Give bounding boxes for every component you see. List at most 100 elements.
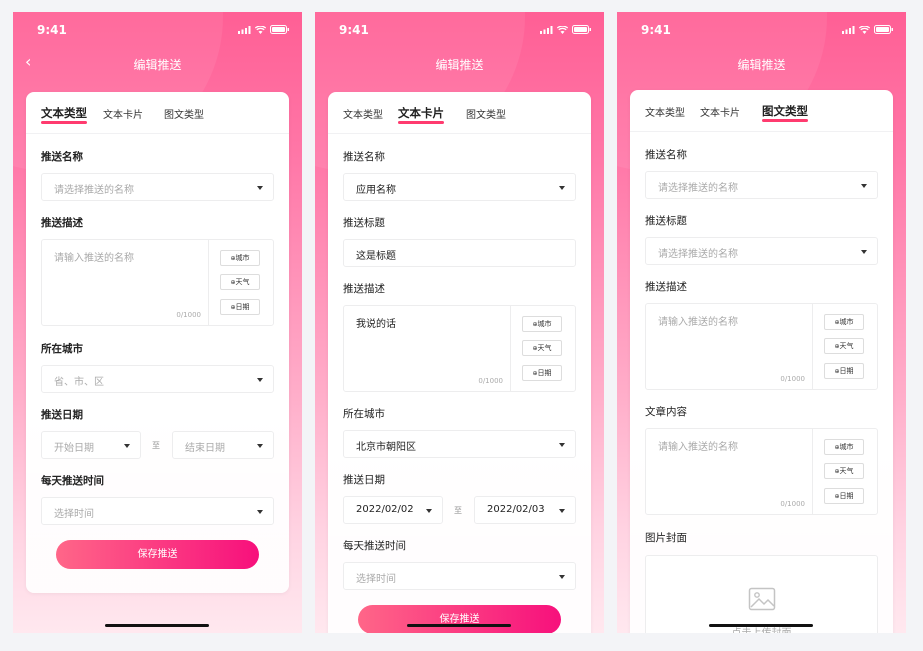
insert-city-chip[interactable]: ⊕城市: [220, 250, 260, 266]
insert-date-chip[interactable]: ⊕日期: [522, 365, 562, 381]
nav-bar: 编辑推送: [617, 48, 906, 78]
char-count: 0/1000: [780, 375, 805, 383]
tab-image-text[interactable]: 图文类型: [466, 106, 506, 121]
push-desc-textarea[interactable]: 请输入推送的名称 0/1000 ⊕城市 ⊕天气 ⊕日期: [645, 303, 878, 390]
tab-image-text[interactable]: 图文类型: [762, 103, 808, 122]
end-date-placeholder: 结束日期: [185, 443, 225, 454]
type-tabs: 文本类型 文本卡片 图文类型: [328, 92, 591, 134]
tab-indicator: [762, 119, 808, 122]
phone-screen-image-text: 9:41 编辑推送 文本类型 文本卡片 图文类型 推送名称 请选择推送的名称 推…: [617, 12, 906, 633]
cover-upload-area[interactable]: 点击上传封面: [645, 555, 878, 633]
chip-label: 天气: [235, 278, 250, 286]
push-title-label: 推送标题: [645, 215, 687, 227]
push-desc-placeholder: 请输入推送的名称: [658, 317, 738, 328]
daily-time-label: 每天推送时间: [41, 475, 104, 487]
wifi-icon: [859, 26, 870, 34]
divider: [208, 240, 209, 325]
caret-down-icon: [124, 444, 130, 448]
push-desc-placeholder: 请输入推送的名称: [54, 253, 134, 264]
push-title-placeholder: 请选择推送的名称: [658, 249, 738, 260]
tab-image-text[interactable]: 图文类型: [164, 106, 204, 121]
caret-down-icon: [559, 509, 565, 513]
push-name-label: 推送名称: [343, 151, 385, 163]
nav-bar: 编辑推送: [315, 48, 604, 78]
daily-time-select[interactable]: 选择时间: [41, 497, 274, 525]
caret-down-icon: [559, 186, 565, 190]
push-desc-textarea[interactable]: 请输入推送的名称 0/1000 ⊕城市 ⊕天气 ⊕日期: [41, 239, 274, 326]
chip-label: 城市: [839, 443, 854, 451]
daily-time-placeholder: 选择时间: [54, 509, 94, 520]
article-content-textarea[interactable]: 请输入推送的名称 0/1000 ⊕城市 ⊕天气 ⊕日期: [645, 428, 878, 515]
caret-down-icon: [257, 186, 263, 190]
city-select[interactable]: 省、市、区: [41, 365, 274, 393]
insert-date-chip[interactable]: ⊕日期: [824, 363, 864, 379]
save-push-button[interactable]: 保存推送: [358, 605, 561, 633]
push-name-select[interactable]: 应用名称: [343, 173, 576, 201]
home-indicator: [105, 624, 209, 627]
city-select[interactable]: 北京市朝阳区: [343, 430, 576, 458]
start-date-select[interactable]: 2022/02/02: [343, 496, 443, 524]
insert-weather-chip[interactable]: ⊕天气: [824, 463, 864, 479]
chip-label: 城市: [537, 320, 552, 328]
chip-label: 天气: [537, 344, 552, 352]
push-desc-label: 推送描述: [343, 283, 385, 295]
home-indicator: [407, 624, 511, 627]
end-date-select[interactable]: 结束日期: [172, 431, 274, 459]
insert-city-chip[interactable]: ⊕城市: [522, 316, 562, 332]
insert-weather-chip[interactable]: ⊕天气: [522, 340, 562, 356]
status-bar: 9:41: [13, 12, 302, 48]
tab-text-type[interactable]: 文本类型: [41, 105, 87, 124]
cover-image-label: 图片封面: [645, 532, 687, 544]
tab-text-card[interactable]: 文本卡片: [398, 105, 444, 124]
start-date-placeholder: 开始日期: [54, 443, 94, 454]
insert-date-chip[interactable]: ⊕日期: [220, 299, 260, 315]
save-push-button[interactable]: 保存推送: [56, 540, 259, 569]
chip-label: 日期: [839, 492, 854, 500]
daily-time-label: 每天推送时间: [343, 540, 406, 552]
tab-label: 文本类型: [41, 106, 87, 120]
insert-weather-chip[interactable]: ⊕天气: [220, 274, 260, 290]
push-title-value: 这是标题: [356, 251, 396, 262]
tab-text-card[interactable]: 文本卡片: [700, 104, 740, 119]
chip-label: 天气: [839, 467, 854, 475]
divider: [812, 429, 813, 514]
caret-down-icon: [257, 444, 263, 448]
status-bar: 9:41: [617, 12, 906, 48]
insert-date-chip[interactable]: ⊕日期: [824, 488, 864, 504]
start-date-select[interactable]: 开始日期: [41, 431, 141, 459]
city-placeholder: 省、市、区: [54, 377, 104, 388]
status-time: 9:41: [641, 23, 671, 37]
push-title-input[interactable]: 这是标题: [343, 239, 576, 267]
caret-down-icon: [257, 378, 263, 382]
battery-icon: [874, 25, 893, 34]
wifi-icon: [557, 26, 568, 34]
tab-text-card[interactable]: 文本卡片: [103, 106, 143, 121]
status-icons: [842, 25, 894, 34]
char-count: 0/1000: [478, 377, 503, 385]
push-name-select[interactable]: 请选择推送的名称: [645, 171, 878, 199]
insert-city-chip[interactable]: ⊕城市: [824, 439, 864, 455]
daily-time-select[interactable]: 选择时间: [343, 562, 576, 590]
tab-indicator: [398, 121, 444, 124]
city-value: 北京市朝阳区: [356, 442, 416, 453]
daily-time-placeholder: 选择时间: [356, 574, 396, 585]
tab-text-type[interactable]: 文本类型: [343, 106, 383, 121]
city-label: 所在城市: [41, 343, 83, 355]
char-count: 0/1000: [780, 500, 805, 508]
city-label: 所在城市: [343, 408, 385, 420]
insert-city-chip[interactable]: ⊕城市: [824, 314, 864, 330]
date-range-separator: 至: [454, 506, 462, 515]
image-icon: [748, 587, 776, 611]
caret-down-icon: [257, 510, 263, 514]
tab-text-type[interactable]: 文本类型: [645, 104, 685, 119]
push-name-select[interactable]: 请选择推送的名称: [41, 173, 274, 201]
end-date-select[interactable]: 2022/02/03: [474, 496, 576, 524]
page-title: 编辑推送: [133, 58, 182, 72]
push-title-select[interactable]: 请选择推送的名称: [645, 237, 878, 265]
push-desc-value: 我说的话: [356, 319, 396, 330]
status-time: 9:41: [339, 23, 369, 37]
push-desc-textarea[interactable]: 我说的话 0/1000 ⊕城市 ⊕天气 ⊕日期: [343, 305, 576, 392]
chip-label: 日期: [839, 367, 854, 375]
push-name-label: 推送名称: [41, 151, 83, 163]
insert-weather-chip[interactable]: ⊕天气: [824, 338, 864, 354]
